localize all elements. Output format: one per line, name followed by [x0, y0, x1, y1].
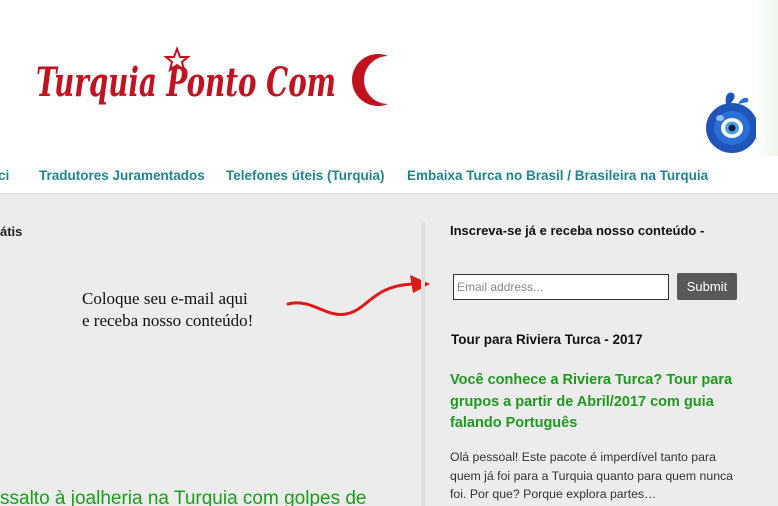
- nav-item-partial[interactable]: ci: [0, 168, 9, 183]
- main-navigation: ci Tradutores Juramentados Telefones úte…: [0, 156, 778, 194]
- post-excerpt: Olá pessoal! Este pacote é imperdível ta…: [450, 450, 734, 501]
- logo-text: Turquia Ponto Com: [36, 59, 336, 106]
- subscribe-heading: Inscreva-se já e receba nosso conteúdo -: [450, 223, 705, 238]
- annotation-line-1: Coloque seu e-mail aqui: [82, 289, 248, 308]
- nav-item-embaixada[interactable]: Embaixa Turca no Brasil / Brasileira na …: [407, 168, 708, 183]
- email-annotation: Coloque seu e-mail aqui e receba nosso c…: [82, 288, 312, 332]
- red-arrow-icon: [286, 275, 430, 317]
- nav-item-telefones[interactable]: Telefones úteis (Turquia): [226, 168, 385, 183]
- site-header: Turquia Ponto Com: [0, 0, 778, 190]
- post-title-link[interactable]: Você conhece a Riviera Turca? Tour para …: [450, 370, 750, 435]
- tour-heading: Tour para Riviera Turca - 2017: [451, 332, 643, 347]
- left-section-heading: átis: [0, 224, 23, 239]
- post-link-partial[interactable]: ssalto à joalheria na Turquia com golpes…: [0, 488, 367, 506]
- nav-item-tradutores[interactable]: Tradutores Juramentados: [39, 168, 205, 183]
- crescent-icon: [352, 54, 388, 106]
- email-field[interactable]: [453, 274, 669, 300]
- evil-eye-icon: [706, 92, 758, 153]
- column-divider: [421, 222, 425, 506]
- site-logo[interactable]: Turquia Ponto Com: [36, 46, 466, 116]
- annotation-line-2: e receba nosso conteúdo!: [82, 311, 254, 330]
- content-area: átis Coloque seu e-mail aqui e receba no…: [0, 194, 778, 506]
- submit-button[interactable]: Submit: [677, 273, 737, 300]
